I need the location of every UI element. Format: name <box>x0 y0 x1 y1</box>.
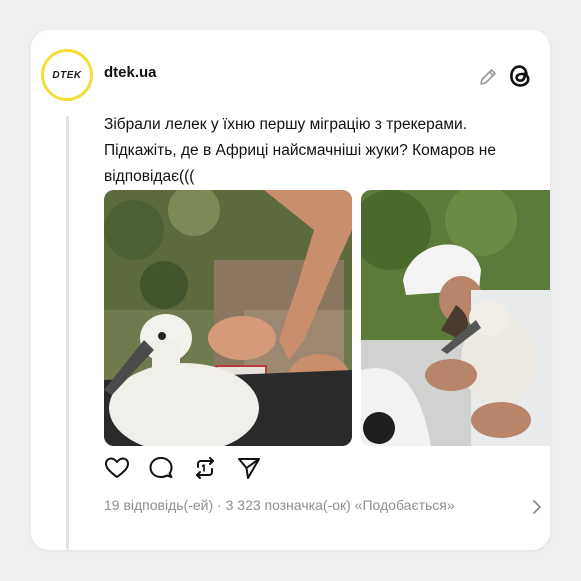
dtek-logo: DTEK <box>52 69 82 81</box>
pencil-icon[interactable] <box>477 66 499 88</box>
comment-icon[interactable] <box>148 455 174 481</box>
thread-line <box>66 116 69 550</box>
post-text: Зібрали лелек у їхню першу міграцію з тр… <box>104 116 496 185</box>
username[interactable]: dtek.ua <box>104 64 157 81</box>
stork-photo-2[interactable] <box>361 190 550 446</box>
likes-count[interactable]: 3 323 позначка(-ок) «Подобається» <box>226 497 455 513</box>
media-carousel[interactable] <box>104 190 550 446</box>
stork-photo-1[interactable] <box>104 190 352 446</box>
chevron-right-icon[interactable] <box>531 499 543 515</box>
replies-count[interactable]: 19 відповідь(-ей) <box>104 497 213 513</box>
post-card: DTEK dtek.ua Зібрали лелек у їхню першу … <box>31 30 550 550</box>
repost-icon[interactable] <box>192 455 218 481</box>
send-icon[interactable] <box>236 455 262 481</box>
avatar[interactable]: DTEK <box>41 49 93 101</box>
stats-separator: · <box>217 497 222 513</box>
post-stats[interactable]: 19 відповідь(-ей) · 3 323 позначка(-ок) … <box>104 497 544 513</box>
heart-icon[interactable] <box>104 455 130 481</box>
threads-logo-icon[interactable] <box>505 61 535 91</box>
